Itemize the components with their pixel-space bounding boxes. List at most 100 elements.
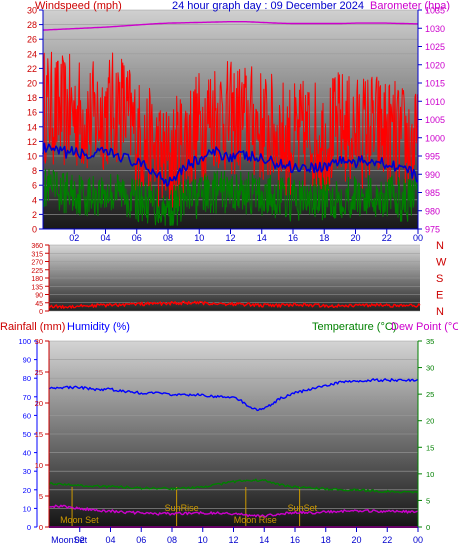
humidity-y-tick-label: 30 [23, 467, 31, 476]
temp-x-tick-label: 08 [167, 535, 177, 545]
wind-axis-label: Windspeed (mph) [35, 0, 122, 12]
dew-point-axis-label: Dew Point (°C [391, 321, 458, 333]
wind-x-tick-label: 04 [100, 233, 110, 243]
baro-y-tick-label: 1020 [425, 60, 445, 70]
direction-y-tick-label: 315 [31, 251, 43, 258]
wind-x-tick-label: 16 [288, 233, 298, 243]
temp-y-tick-label: 20 [426, 417, 434, 426]
humidity-axis-label: Humidity (%) [67, 321, 130, 333]
wind-y-tick-label: 10 [27, 152, 37, 162]
baro-y-tick-label: 1025 [425, 42, 445, 52]
humidity-y-tick-label: 10 [23, 504, 31, 513]
rain-y-tick-label: 25 [35, 368, 43, 377]
rain-y-tick-label: 10 [35, 461, 43, 470]
wind-y-tick-label: 22 [27, 64, 37, 74]
weather-graph: 0 2 4 6 8 10 12 14 16 18 20 22 24 26 28 30 975 980 985 990 9… [0, 0, 458, 555]
wind-y-tick-label: 6 [32, 181, 37, 191]
event-label: SunRise [165, 503, 199, 513]
wind-x-tick-label: 06 [132, 233, 142, 243]
humidity-y-tick-label: 20 [23, 486, 31, 495]
baro-y-tick-label: 990 [425, 170, 440, 180]
baro-y-tick-label: 1015 [425, 79, 445, 89]
direction-y-tick-label: 180 [31, 276, 43, 283]
rain-y-tick-label: 15 [35, 430, 43, 439]
compass-label: S [436, 273, 443, 285]
wind-x-tick-label: 08 [163, 233, 173, 243]
chart-canvas: 0246810121416182022242628309759809859909… [0, 0, 458, 545]
humidity-y-tick-label: 60 [23, 411, 31, 420]
wind-y-tick-label: 14 [27, 122, 37, 132]
event-label: Moon Rise [234, 515, 277, 525]
direction-y-tick-label: 0 [39, 309, 43, 316]
temp-y-tick-label: 5 [426, 496, 430, 505]
direction-y-tick-label: 270 [31, 260, 43, 267]
wind-y-tick-label: 20 [27, 79, 37, 89]
temp-x-tick-label: 06 [136, 535, 146, 545]
baro-y-tick-label: 1010 [425, 97, 445, 107]
temp-y-tick-label: 0 [426, 523, 430, 532]
rain-y-tick-label: 30 [35, 337, 43, 346]
temp-y-tick-label: 10 [426, 470, 434, 479]
wind-x-tick-label: 14 [257, 233, 267, 243]
wind-y-tick-label: 2 [32, 210, 37, 220]
humidity-y-tick-label: 0 [27, 523, 31, 532]
wind-x-tick-label: 18 [319, 233, 329, 243]
baro-y-tick-label: 985 [425, 188, 440, 198]
wind-y-tick-label: 24 [27, 49, 37, 59]
baro-y-tick-label: 975 [425, 225, 440, 235]
baro-y-tick-label: 1005 [425, 115, 445, 125]
wind-x-tick-label: 12 [225, 233, 235, 243]
temp-x-tick-label: 22 [382, 535, 392, 545]
event-label: SunSet [288, 503, 318, 513]
direction-y-tick-label: 360 [31, 243, 43, 250]
compass-label: E [436, 290, 443, 302]
direction-y-tick-label: 135 [31, 284, 43, 291]
temp-x-tick-label: 20 [351, 535, 361, 545]
temp-y-tick-label: 15 [426, 443, 434, 452]
event-label: MoonSet [51, 535, 88, 545]
wind-y-tick-label: 12 [27, 137, 37, 147]
wind-y-tick-label: 4 [32, 195, 37, 205]
baro-y-tick-label: 995 [425, 152, 440, 162]
wind-x-tick-label: 10 [194, 233, 204, 243]
rain-y-tick-label: 5 [39, 492, 43, 501]
temp-x-tick-label: 12 [228, 535, 238, 545]
humidity-y-tick-label: 70 [23, 393, 31, 402]
direction-y-tick-label: 45 [35, 301, 43, 308]
wind-y-tick-label: 0 [32, 225, 37, 235]
compass-label: N [436, 240, 444, 252]
rain-y-tick-label: 20 [35, 399, 43, 408]
humidity-y-tick-label: 100 [18, 337, 31, 346]
wind-x-tick-label: 20 [350, 233, 360, 243]
wind-y-tick-label: 8 [32, 166, 37, 176]
temp-y-tick-label: 35 [426, 337, 434, 346]
temp-y-tick-label: 30 [426, 364, 434, 373]
wind-y-tick-label: 18 [27, 93, 37, 103]
baro-axis-label: Barometer (hpa) [370, 0, 450, 12]
temp-x-tick-label: 18 [321, 535, 331, 545]
temp-x-tick-label: 10 [198, 535, 208, 545]
temp-x-tick-label: 04 [105, 535, 115, 545]
humidity-y-tick-label: 80 [23, 374, 31, 383]
direction-y-tick-label: 225 [31, 268, 43, 275]
temp-y-tick-label: 25 [426, 390, 434, 399]
wind-y-tick-label: 26 [27, 35, 37, 45]
compass-label: N [436, 306, 444, 318]
humidity-y-tick-label: 50 [23, 430, 31, 439]
wind-x-tick-label: 00 [413, 233, 423, 243]
temp-x-tick-label: 14 [259, 535, 269, 545]
wind-y-tick-label: 28 [27, 20, 37, 30]
humidity-y-tick-label: 90 [23, 356, 31, 365]
baro-y-tick-label: 980 [425, 206, 440, 216]
compass-label: W [436, 257, 447, 269]
temperature-axis-label: Temperature (°C) [312, 321, 396, 333]
humidity-y-tick-label: 40 [23, 449, 31, 458]
wind-x-tick-label: 22 [382, 233, 392, 243]
event-label: Moon Set [60, 515, 99, 525]
temp-x-tick-label: 16 [290, 535, 300, 545]
chart-title: 24 hour graph day : 09 December 2024 [172, 0, 364, 12]
direction-y-tick-label: 90 [35, 293, 43, 300]
baro-y-tick-label: 1000 [425, 133, 445, 143]
temp-x-tick-label: 00 [413, 535, 423, 545]
wind-y-tick-label: 16 [27, 108, 37, 118]
